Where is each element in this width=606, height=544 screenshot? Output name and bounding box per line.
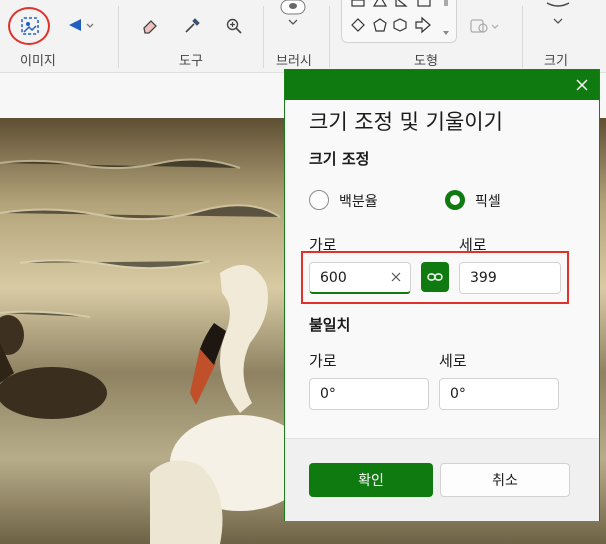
skew-vertical-label: 세로 xyxy=(439,352,467,370)
dialog-title: 크기 조정 및 기울이기 xyxy=(309,110,503,134)
cancel-label: 취소 xyxy=(492,473,518,489)
group-label-size: 크기 xyxy=(544,54,568,69)
color-picker-button[interactable] xyxy=(178,12,206,40)
ok-button[interactable]: 확인 xyxy=(309,463,433,497)
eraser-icon xyxy=(143,20,157,34)
shapes-icon xyxy=(351,0,449,35)
radio-circle-selected xyxy=(445,190,465,210)
separator xyxy=(329,6,330,68)
eraser-button[interactable] xyxy=(136,12,164,40)
dialog-title-bar xyxy=(285,70,599,100)
skew-horizontal-label: 가로 xyxy=(309,352,337,370)
cancel-button[interactable]: 취소 xyxy=(440,463,570,497)
group-label-tools: 도구 xyxy=(179,54,203,69)
group-label-image: 이미지 xyxy=(20,54,56,69)
skew-vertical-input[interactable]: 0° xyxy=(439,378,559,410)
zoom-icon xyxy=(226,18,242,34)
skew-vertical-value: 0° xyxy=(450,386,466,402)
separator xyxy=(263,6,264,68)
radio-percent-label: 백분율 xyxy=(339,194,378,210)
radio-circle xyxy=(309,190,329,210)
radio-percent[interactable]: 백분율 xyxy=(309,188,429,212)
radio-pixel-label: 픽셀 xyxy=(475,194,501,210)
skew-horizontal-value: 0° xyxy=(320,386,336,402)
close-button[interactable] xyxy=(571,74,593,96)
magnifier-button[interactable] xyxy=(220,12,248,40)
skew-horizontal-input[interactable]: 0° xyxy=(309,378,429,410)
group-label-brushes: 브러시 xyxy=(276,54,312,69)
brush-button[interactable] xyxy=(278,0,308,30)
shape-fill-icon xyxy=(470,19,499,33)
brush-icon xyxy=(280,0,306,25)
ok-label: 확인 xyxy=(358,473,384,489)
skew-section-title: 불일치 xyxy=(309,316,351,334)
eyedropper-icon xyxy=(185,18,200,33)
stroke-size-icon xyxy=(546,2,570,24)
dialog-footer: 확인 취소 xyxy=(285,438,599,521)
select-image-highlight-circle xyxy=(8,7,50,45)
size-inputs-highlight-box xyxy=(301,251,569,304)
resize-section-title: 크기 조정 xyxy=(309,150,370,168)
group-label-shapes: 도형 xyxy=(414,54,438,69)
rotate-icon xyxy=(69,19,94,31)
radio-pixel[interactable]: 픽셀 xyxy=(445,188,565,212)
shape-fill-button[interactable] xyxy=(466,14,506,38)
ribbon-toolbar: 이미지 도구 브러시 도형 크기 xyxy=(0,0,606,73)
stroke-size-button[interactable] xyxy=(540,0,576,32)
close-icon xyxy=(576,79,588,91)
shapes-gallery[interactable] xyxy=(341,0,457,43)
rotate-button[interactable] xyxy=(60,12,100,38)
separator xyxy=(118,6,119,68)
separator xyxy=(522,6,523,68)
